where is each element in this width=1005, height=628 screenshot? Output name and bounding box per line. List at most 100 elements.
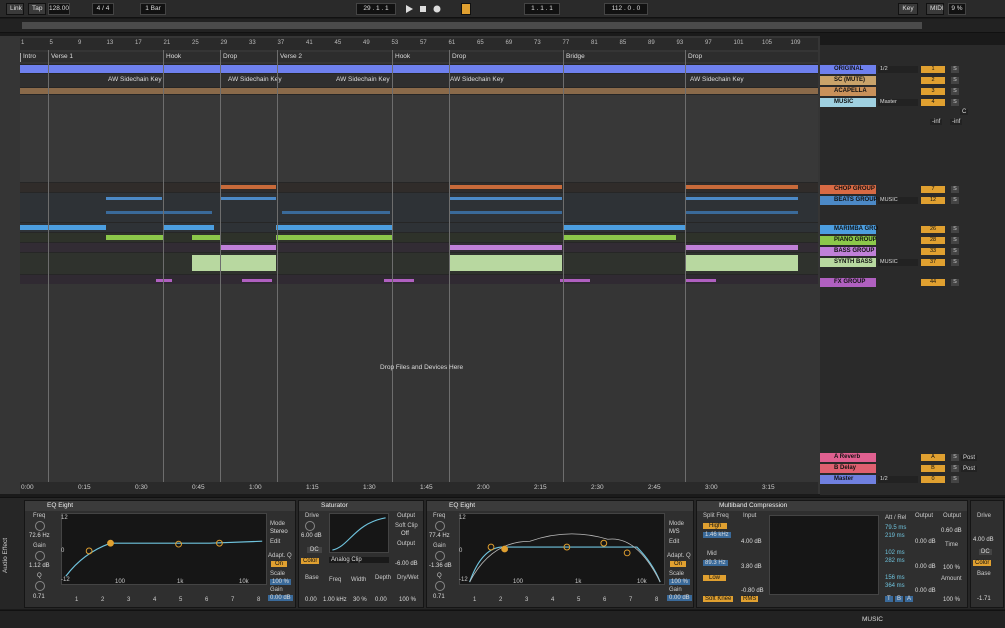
locator-hook[interactable]: Hook — [163, 53, 181, 62]
soft-knee-toggle[interactable]: Soft Knee — [703, 596, 734, 602]
time-ruler[interactable]: 0:00 0:15 0:30 0:45 1:00 1:15 1:30 1:45 2:00 2:15… — [20, 482, 818, 494]
track-header-original[interactable]: ORIGINAL 1/2 1 S — [820, 65, 985, 74]
width-value[interactable]: 30 % — [353, 597, 367, 603]
bar-ruler[interactable]: 1 5 9 13 17 21 25 29 33 37 41 45 49 53 57 61 65 69 73 77 81 8… — [20, 38, 818, 50]
solo-button[interactable]: S — [951, 226, 959, 233]
track-activator[interactable]: 0 — [921, 476, 945, 483]
track-header-piano-group[interactable]: PIANO GROUP 28 S — [820, 236, 985, 245]
quantize-menu[interactable]: 1 Bar — [140, 3, 166, 15]
eq-eight-device-2[interactable]: EQ Eight Freq 77.4 Hz Gain -1.36 dB Q 0.… — [426, 500, 694, 608]
track-header-master[interactable]: Master 1/2 0 S — [820, 475, 985, 484]
track-name[interactable]: BEATS GROUP — [834, 197, 878, 203]
track-activator[interactable]: 44 — [921, 279, 945, 286]
track-output-routing[interactable]: 1/2 — [878, 476, 918, 483]
track-name[interactable]: B Delay — [834, 465, 856, 471]
eq-curve-display[interactable] — [459, 513, 665, 585]
track-header-acapella[interactable]: ACAPELLA 3 S — [820, 87, 985, 96]
band-2[interactable]: 2 — [499, 597, 502, 603]
q-value[interactable]: 0.71 — [433, 594, 445, 600]
link-button[interactable]: Link — [6, 3, 24, 15]
input-high-value[interactable]: 4.00 dB — [741, 539, 762, 545]
lane-music[interactable] — [20, 94, 818, 182]
lane-fx[interactable] — [20, 274, 818, 284]
device-title[interactable]: Saturator — [299, 501, 423, 511]
q-value[interactable]: 0.71 — [33, 594, 45, 600]
follow-icon[interactable] — [461, 3, 471, 15]
loop-start-field[interactable]: 1 . 1 . 1 — [524, 3, 560, 15]
track-activator[interactable]: 7 — [921, 186, 945, 193]
track-activator[interactable]: A — [921, 454, 945, 461]
release-mid-value[interactable]: 282 ms — [885, 558, 905, 564]
track-header-marimba-gro[interactable]: MARIMBA GRO 26 S — [820, 225, 985, 234]
band-5[interactable]: 5 — [179, 597, 182, 603]
output-gain-field[interactable]: 0.00 dB — [268, 595, 293, 601]
solo-button[interactable]: S — [951, 237, 959, 244]
solo-button[interactable]: S — [951, 465, 959, 472]
base-value[interactable]: -1.71 — [977, 596, 991, 602]
solo-button[interactable]: S — [951, 66, 959, 73]
track-activator[interactable]: 1 — [921, 66, 945, 73]
mode-a-button[interactable]: A — [905, 596, 914, 602]
track-name[interactable]: Master — [834, 476, 853, 482]
band-6[interactable]: 6 — [603, 597, 606, 603]
solo-button[interactable]: S — [951, 99, 959, 106]
input-low-value[interactable]: -0.80 dB — [741, 588, 764, 594]
lane-synth-bass[interactable] — [20, 252, 818, 274]
key-map-button[interactable]: Key — [898, 3, 918, 15]
low-band-button[interactable]: Low — [703, 575, 727, 581]
mixer--inf[interactable]: -inf — [950, 119, 963, 125]
solo-button[interactable]: S — [951, 77, 959, 84]
band-4[interactable]: 4 — [153, 597, 156, 603]
high-split-field[interactable]: 1.46 kHz — [703, 532, 731, 538]
track-activator[interactable]: 28 — [921, 237, 945, 244]
dc-button[interactable]: DC — [307, 547, 322, 553]
locator-lane[interactable]: Intro Verse 1 Hook Drop Verse 2 Hook Drop Bridg… — [20, 52, 818, 62]
track-name[interactable]: PIANO GROUP — [834, 237, 877, 243]
multiband-compression-device[interactable]: Multiband Compression Split Freq High 1.… — [696, 500, 968, 608]
locator-drop[interactable]: Drop — [220, 53, 237, 62]
q-knob[interactable] — [35, 581, 45, 591]
attack-high-value[interactable]: 79.5 ms — [885, 525, 906, 531]
track-name[interactable]: SC (MUTE) — [834, 77, 865, 83]
freq-value[interactable]: 1.00 kHz — [323, 597, 347, 603]
stop-icon[interactable] — [418, 4, 428, 14]
track-activator[interactable]: 26 — [921, 226, 945, 233]
high-band-button[interactable]: High — [703, 523, 728, 529]
gain-value[interactable]: -1.36 dB — [429, 563, 452, 569]
lane-sc[interactable]: AW Sidechain Key AW Sidechain Key AW Sid… — [20, 73, 818, 87]
time-value[interactable]: 100 % — [943, 565, 960, 571]
rms-toggle[interactable]: RMS — [741, 596, 759, 602]
mixer--inf[interactable]: -inf — [930, 119, 943, 125]
compression-display[interactable] — [769, 515, 879, 595]
track-header-sc-mute-[interactable]: SC (MUTE) 2 S — [820, 76, 985, 85]
mixer-c[interactable]: C — [960, 109, 969, 115]
dc-button[interactable]: DC — [979, 549, 992, 555]
band-7[interactable]: 7 — [231, 597, 234, 603]
arrangement-view[interactable]: 1 5 9 13 17 21 25 29 33 37 41 45 49 53 57 61 65 69 73 77 81 8… — [0, 36, 820, 494]
drive-knob[interactable] — [305, 521, 315, 531]
q-knob[interactable] — [435, 581, 445, 591]
track-header-synth-bass[interactable]: SYNTH BASS MUSIC 37 S — [820, 258, 985, 267]
saturator-device[interactable]: Saturator Drive 6.00 dB DC Color Analog … — [298, 500, 424, 608]
band-3[interactable]: 3 — [127, 597, 130, 603]
locator-drop[interactable]: Drop — [449, 53, 466, 62]
track-activator[interactable]: B — [921, 465, 945, 472]
loop-length-field[interactable]: 112 . 0 . 0 — [604, 3, 648, 15]
locator-bridge[interactable]: Bridge — [563, 53, 585, 62]
locator-verse-1[interactable]: Verse 1 — [48, 53, 73, 62]
gain-knob[interactable] — [435, 551, 445, 561]
band-1[interactable]: 1 — [473, 597, 476, 603]
play-icon[interactable] — [404, 4, 414, 14]
mode-b-button[interactable]: B — [895, 596, 904, 602]
output-high-value[interactable]: 0.00 dB — [915, 539, 936, 545]
tap-button[interactable]: Tap — [28, 3, 46, 15]
adapt-q-toggle[interactable]: On — [670, 561, 687, 567]
lane-beats[interactable] — [20, 192, 818, 222]
device-title[interactable]: EQ Eight — [427, 501, 693, 511]
band-4[interactable]: 4 — [551, 597, 554, 603]
solo-button[interactable]: S — [951, 197, 959, 204]
midi-map-button[interactable]: MIDI — [926, 3, 944, 15]
release-low-value[interactable]: 364 ms — [885, 583, 905, 589]
amount-value[interactable]: 100 % — [943, 597, 960, 603]
track-activator[interactable]: 12 — [921, 197, 945, 204]
